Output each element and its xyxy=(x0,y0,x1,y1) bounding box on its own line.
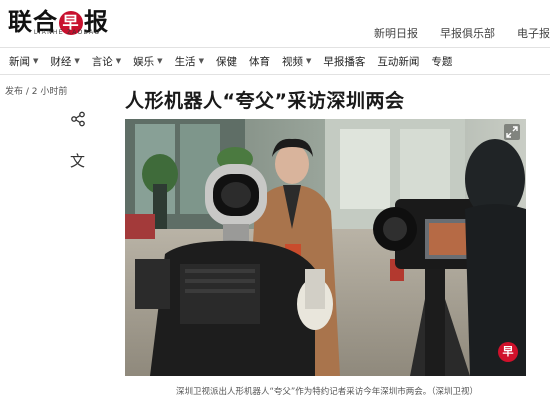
chevron-down-icon: ▼ xyxy=(33,57,39,65)
top-links: 新明日报 早报俱乐部 电子报 xyxy=(374,25,550,41)
photo-illustration xyxy=(125,119,526,376)
nav-item-label: 娱乐 xyxy=(133,55,155,68)
nav-item-label: 言论 xyxy=(91,55,113,68)
nav-item-label: 新闻 xyxy=(9,55,30,68)
nav-item-label: 早报播客 xyxy=(323,55,366,68)
nav-item-2[interactable]: 言论 ▼ xyxy=(92,54,121,69)
nav-item-7[interactable]: 视频 ▼ xyxy=(282,54,311,69)
nav-item-4[interactable]: 生活 ▼ xyxy=(175,54,204,69)
chevron-down-icon: ▼ xyxy=(157,57,163,65)
chevron-down-icon: ▼ xyxy=(305,57,312,65)
top-bar: 联合早报 LIANHE ZAOBAO 新明日报 早报俱乐部 电子报 xyxy=(0,0,550,44)
nav-item-label: 财经 xyxy=(50,55,72,68)
share-icon[interactable] xyxy=(70,111,86,127)
nav-item-0[interactable]: 新闻 ▼ xyxy=(9,54,38,69)
main-nav: 新闻 ▼ 财经 ▼ 言论 ▼ 娱乐 ▼ 生活 ▼ 保健 体育 视频 ▼ 早报播客 互动新闻 专题 xyxy=(0,47,550,75)
nav-item-label: 互动新闻 xyxy=(377,55,420,68)
top-link-0[interactable]: 新明日报 xyxy=(374,25,418,41)
nav-item-1[interactable]: 财经 ▼ xyxy=(50,54,79,69)
nav-item-8[interactable]: 早报播客 xyxy=(323,54,365,69)
article-headline: 人形机器人“夸父”采访深圳两会 xyxy=(125,90,405,112)
translate-icon[interactable]: 文 xyxy=(70,152,88,170)
nav-item-10[interactable]: 专题 xyxy=(431,54,452,69)
chevron-down-icon: ▼ xyxy=(198,57,204,65)
top-link-2[interactable]: 电子报 xyxy=(517,25,550,41)
nav-item-3[interactable]: 娱乐 ▼ xyxy=(133,54,162,69)
site-logo[interactable]: 联合早报 LIANHE ZAOBAO xyxy=(8,2,118,42)
photo-caption: 深圳卫视派出人形机器人“夸父”作为特约记者采访今年深圳市两会。（深圳卫视） xyxy=(176,387,479,397)
nav-item-label: 视频 xyxy=(281,55,303,68)
nav-item-9[interactable]: 互动新闻 xyxy=(377,54,419,69)
expand-icon[interactable] xyxy=(504,124,520,140)
logo-subtitle: LIANHE ZAOBAO xyxy=(34,30,101,36)
nav-item-label: 专题 xyxy=(431,55,453,68)
nav-item-label: 保健 xyxy=(215,55,237,68)
nav-item-6[interactable]: 体育 xyxy=(249,54,270,69)
chevron-down-icon: ▼ xyxy=(115,57,122,65)
article-photo[interactable]: 早 xyxy=(125,119,526,376)
zaobao-watermark-badge: 早 xyxy=(498,342,518,362)
nav-item-5[interactable]: 保健 xyxy=(216,54,237,69)
chevron-down-icon: ▼ xyxy=(74,57,80,65)
top-link-1[interactable]: 早报俱乐部 xyxy=(440,25,495,41)
nav-item-label: 生活 xyxy=(174,55,196,68)
publish-meta: 发布 / 2 小时前 xyxy=(5,87,68,97)
nav-item-label: 体育 xyxy=(248,55,270,68)
